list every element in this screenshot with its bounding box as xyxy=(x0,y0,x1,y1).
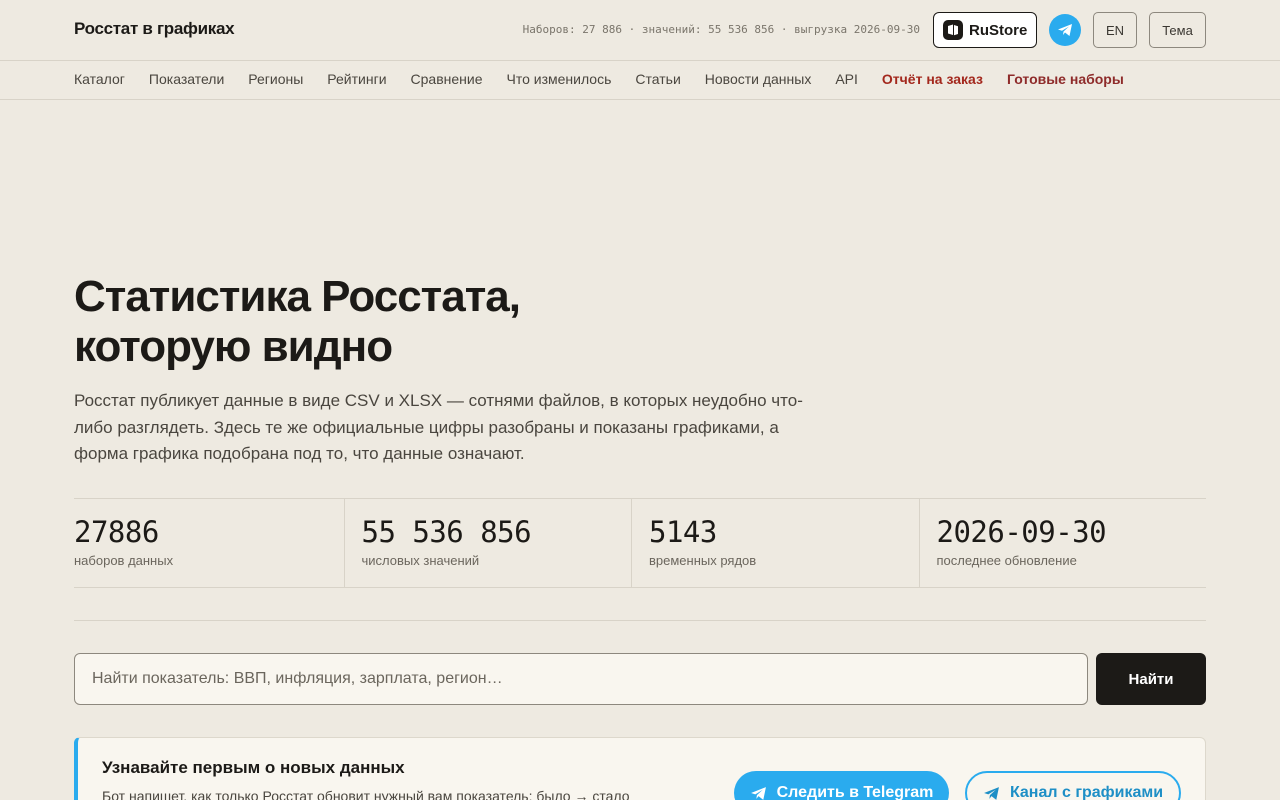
stat-value: 2026-09-30 xyxy=(936,515,1107,549)
nav-item-articles[interactable]: Статьи xyxy=(635,71,680,87)
stat-label: временных рядов xyxy=(649,553,757,568)
dataset-stats-line: Наборов: 27 886 · значений: 55 536 856 ·… xyxy=(522,23,920,36)
promo-text: Бот напишет, как только Росстат обновит … xyxy=(102,788,630,800)
nav-item-custom-report[interactable]: Отчёт на заказ xyxy=(882,71,983,87)
stat-value: 27886 xyxy=(74,515,159,549)
nav-list: Каталог Показатели Регионы Рейтинги Срав… xyxy=(74,71,1124,89)
stat-label: последнее обновление xyxy=(936,553,1077,568)
telegram-icon xyxy=(750,786,766,800)
nav-item-data-news[interactable]: Новости данных xyxy=(705,71,812,87)
hero-title: Статистика Росстата, которую видно xyxy=(74,272,774,372)
stat-series: 5143 временных рядов xyxy=(631,499,919,587)
nav-item-ready-sets[interactable]: Готовые наборы xyxy=(1007,71,1124,87)
hero-lead: Росстат публикует данные в виде CSV и XL… xyxy=(74,391,803,463)
theme-button[interactable]: Тема xyxy=(1149,12,1206,48)
stat-last-update: 2026-09-30 последнее обновление xyxy=(918,499,1207,587)
language-button[interactable]: EN xyxy=(1093,12,1137,48)
top-bar: Росстат в графиках Наборов: 27 886 · зна… xyxy=(0,0,1280,61)
follow-telegram-button[interactable]: Следить в Telegram xyxy=(734,771,949,800)
section-divider xyxy=(74,620,1206,621)
site-logo-link[interactable]: Росстат в графиках xyxy=(74,19,235,39)
stat-value: 55 536 856 xyxy=(361,515,532,549)
nav-item-compare[interactable]: Сравнение xyxy=(411,71,483,87)
search-button[interactable]: Найти xyxy=(1096,653,1206,705)
stats-grid: 27886 наборов данных 55 536 856 числовых… xyxy=(74,498,1206,588)
search-input[interactable] xyxy=(74,653,1088,705)
charts-channel-label: Канал с графиками xyxy=(1009,784,1164,800)
stat-values: 55 536 856 числовых значений xyxy=(343,499,632,587)
nav-item-catalog[interactable]: Каталог xyxy=(74,71,125,87)
promo-title: Узнавайте первым о новых данных xyxy=(102,758,405,777)
nav-item-regions[interactable]: Регионы xyxy=(248,71,303,87)
telegram-icon xyxy=(984,786,999,800)
nav-item-api[interactable]: API xyxy=(835,71,858,87)
telegram-promo-card: Узнавайте первым о новых данных Бот напи… xyxy=(74,737,1206,800)
stat-datasets: 27886 наборов данных xyxy=(74,499,344,587)
stat-value: 5143 xyxy=(649,515,717,549)
rustore-button[interactable]: RuStore xyxy=(933,12,1037,48)
follow-telegram-label: Следить в Telegram xyxy=(776,784,934,800)
telegram-icon xyxy=(1058,24,1072,36)
telegram-button[interactable] xyxy=(1049,14,1081,46)
hero-title-line-1: Статистика Росстата, xyxy=(74,272,521,321)
rustore-icon xyxy=(943,20,963,40)
nav-item-ratings[interactable]: Рейтинги xyxy=(327,71,386,87)
stat-label: числовых значений xyxy=(361,553,480,568)
rustore-label: RuStore xyxy=(969,21,1028,39)
nav-item-changes[interactable]: Что изменилось xyxy=(507,71,612,87)
main-nav: Каталог Показатели Регионы Рейтинги Срав… xyxy=(0,61,1280,100)
stat-label: наборов данных xyxy=(74,553,174,568)
nav-item-indicators[interactable]: Показатели xyxy=(149,71,224,87)
hero-title-line-2: которую видно xyxy=(74,322,393,371)
charts-channel-button[interactable]: Канал с графиками xyxy=(965,771,1181,800)
